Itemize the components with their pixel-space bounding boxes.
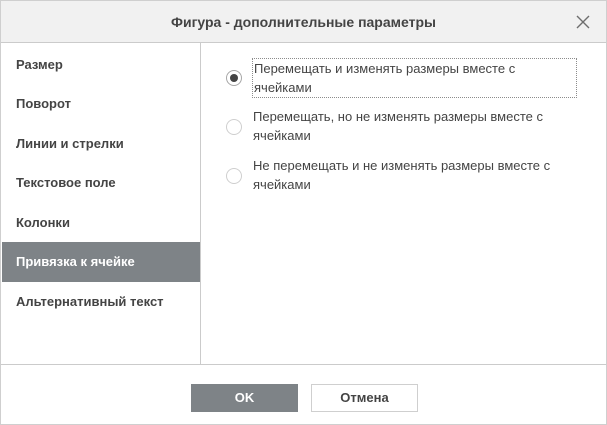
- settings-sidebar: Размер Поворот Линии и стрелки Текстовое…: [1, 43, 201, 364]
- close-icon[interactable]: [574, 13, 592, 31]
- sidebar-item-text-box[interactable]: Текстовое поле: [2, 163, 200, 203]
- sidebar-item-size[interactable]: Размер: [2, 45, 200, 85]
- anchor-settings-dialog: Фигура - дополнительные параметры Размер…: [0, 0, 607, 425]
- dialog-header: Фигура - дополнительные параметры: [1, 1, 606, 43]
- sidebar-item-cell-snapping[interactable]: Привязка к ячейке: [2, 242, 200, 282]
- option-label-line: Не перемещать и не изменять размеры вмес…: [253, 158, 551, 173]
- sidebar-item-alt-text[interactable]: Альтернативный текст: [2, 282, 200, 322]
- radio-move-no-size[interactable]: [226, 119, 242, 135]
- radio-move-and-size[interactable]: [226, 70, 242, 86]
- radio-no-move-no-size[interactable]: [226, 168, 242, 184]
- cancel-button[interactable]: Отмена: [311, 384, 418, 412]
- option-label-line: Перемещать и изменять размеры вместе с: [254, 61, 516, 76]
- option-label-line: ячейками: [253, 128, 311, 143]
- option-move-and-size[interactable]: Перемещать и изменять размеры вместе с я…: [226, 57, 586, 99]
- option-label-line: ячейками: [254, 80, 312, 95]
- sidebar-item-rotation[interactable]: Поворот: [2, 84, 200, 124]
- cell-snapping-panel: Перемещать и изменять размеры вместе с я…: [201, 43, 606, 364]
- option-move-no-size-label: Перемещать, но не изменять размеры вмест…: [253, 107, 578, 145]
- option-no-move-no-size-label: Не перемещать и не изменять размеры вмес…: [253, 156, 578, 194]
- option-label-line: Перемещать, но не изменять размеры вмест…: [253, 109, 543, 124]
- option-move-and-size-label: Перемещать и изменять размеры вместе с я…: [252, 58, 577, 98]
- option-label-line: ячейками: [253, 177, 311, 192]
- option-no-move-no-size[interactable]: Не перемещать и не изменять размеры вмес…: [226, 155, 586, 195]
- dialog-title: Фигура - дополнительные параметры: [171, 14, 436, 30]
- sidebar-item-lines-arrows[interactable]: Линии и стрелки: [2, 124, 200, 164]
- dialog-footer: OK Отмена: [1, 364, 606, 424]
- option-move-no-size[interactable]: Перемещать, но не изменять размеры вмест…: [226, 106, 586, 146]
- sidebar-item-columns[interactable]: Колонки: [2, 203, 200, 243]
- ok-button[interactable]: OK: [191, 384, 298, 412]
